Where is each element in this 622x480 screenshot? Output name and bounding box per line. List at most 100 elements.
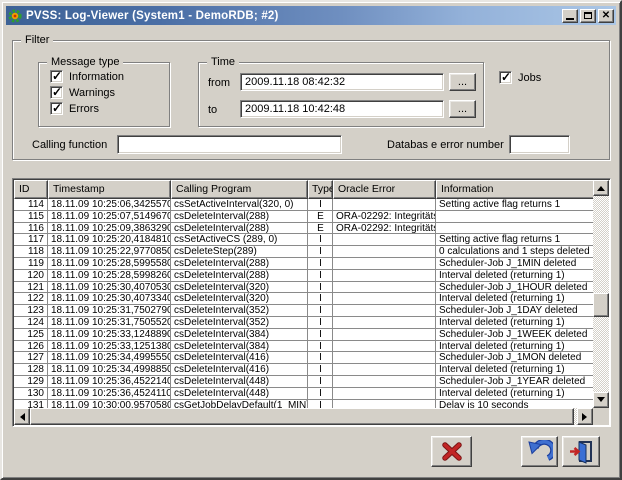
cell-information: Interval deleted (returning 1) (436, 364, 593, 375)
table-row[interactable]: 123 18.11.09 10:25:31,750279000 csDelete… (14, 305, 593, 317)
cell-information: Scheduler-Job J_1MON deleted (436, 352, 593, 363)
cell-oracle-error (333, 364, 436, 375)
pvss-app-icon (8, 9, 22, 23)
column-header-calling-program[interactable]: Calling Program (171, 180, 308, 199)
cell-id: 116 (14, 223, 48, 234)
cell-timestamp: 18.11.09 10:25:36,452214000 (48, 376, 171, 387)
cell-id: 119 (14, 258, 48, 269)
table-row[interactable]: 125 18.11.09 10:25:33,124889000 csDelete… (14, 329, 593, 341)
vertical-scrollbar[interactable] (593, 180, 609, 408)
refresh-button[interactable] (521, 436, 558, 467)
table-row[interactable]: 117 18.11.09 10:25:20,418481000 csSetAct… (14, 234, 593, 246)
cell-id: 128 (14, 364, 48, 375)
cell-id: 117 (14, 234, 48, 245)
cell-timestamp: 18.11.09 10:25:34,499555000 (48, 352, 171, 363)
warnings-checkbox-label: Warnings (69, 87, 115, 99)
cell-information: Scheduler-Job J_1MIN deleted (436, 258, 593, 269)
information-checkbox[interactable] (50, 70, 63, 83)
cell-calling-program: csDeleteInterval(448) (171, 376, 308, 387)
cell-type: I (308, 341, 333, 352)
table-row[interactable]: 115 18.11.09 10:25:07,514967000 csDelete… (14, 211, 593, 223)
close-button[interactable]: ✕ (598, 9, 614, 23)
scroll-left-button[interactable] (14, 408, 30, 425)
cell-calling-program: csDeleteInterval(352) (171, 305, 308, 316)
cell-information: 0 calculations and 1 steps deleted (436, 246, 593, 257)
cell-information: Scheduler-Job J_1HOUR deleted (436, 282, 593, 293)
cell-timestamp: 18.11.09 10:25:22,977085000 (48, 246, 171, 257)
cell-information: Interval deleted (returning 1) (436, 317, 593, 328)
close-icon: ✕ (602, 11, 610, 21)
cell-id: 130 (14, 388, 48, 399)
column-header-type[interactable]: Type (308, 180, 333, 199)
table-row[interactable]: 114 18.11.09 10:25:06,342557000 csSetAct… (14, 199, 593, 211)
column-header-id[interactable]: ID (14, 180, 48, 199)
cell-oracle-error (333, 270, 436, 281)
time-to-input[interactable] (240, 100, 444, 118)
table-row[interactable]: 126 18.11.09 10:25:33,125138000 csDelete… (14, 341, 593, 353)
scroll-up-button[interactable] (593, 180, 609, 196)
table-row[interactable]: 124 18.11.09 10:25:31,750552000 csDelete… (14, 317, 593, 329)
jobs-checkbox[interactable] (499, 71, 512, 84)
cell-type: I (308, 282, 333, 293)
warnings-checkbox[interactable] (50, 86, 63, 99)
cell-information: Interval deleted (returning 1) (436, 388, 593, 399)
table-row[interactable]: 129 18.11.09 10:25:36,452214000 csDelete… (14, 376, 593, 388)
cell-oracle-error (333, 305, 436, 316)
horizontal-scrollbar[interactable] (14, 408, 593, 425)
errors-checkbox[interactable] (50, 102, 63, 115)
table-row[interactable]: 127 18.11.09 10:25:34,499555000 csDelete… (14, 352, 593, 364)
arrow-right-icon (582, 413, 591, 421)
cell-oracle-error (333, 329, 436, 340)
cell-oracle-error (333, 341, 436, 352)
column-header-oracle-error[interactable]: Oracle Error (333, 180, 436, 199)
cell-timestamp: 18.11.09 10:25:33,125138000 (48, 341, 171, 352)
cell-calling-program: csDeleteInterval(320) (171, 282, 308, 293)
clear-button[interactable] (431, 436, 472, 467)
table-row[interactable]: 118 18.11.09 10:25:22,977085000 csDelete… (14, 246, 593, 258)
table-row[interactable]: 119 18.11.09 10:25:28,599558000 csDelete… (14, 258, 593, 270)
table-row[interactable]: 120 18.11.09 10:25:28,599826000 csDelete… (14, 270, 593, 282)
scroll-right-button[interactable] (577, 408, 593, 425)
cell-type: I (308, 388, 333, 399)
column-header-information[interactable]: Information (436, 180, 595, 199)
time-to-label: to (208, 104, 217, 116)
calling-function-label: Calling function (32, 139, 107, 151)
time-to-browse-button[interactable]: ... (449, 100, 476, 118)
warnings-checkbox-row: Warnings (50, 86, 115, 99)
table-row[interactable]: 121 18.11.09 10:25:30,407053000 csDelete… (14, 282, 593, 294)
table-row[interactable]: 116 18.11.09 10:25:09,386329000 csDelete… (14, 223, 593, 235)
errors-checkbox-row: Errors (50, 102, 99, 115)
time-from-browse-button[interactable]: ... (449, 73, 476, 91)
table-row[interactable]: 130 18.11.09 10:25:36,452411000 csDelete… (14, 388, 593, 400)
column-header-timestamp[interactable]: Timestamp (48, 180, 171, 199)
time-from-label: from (208, 77, 230, 89)
vertical-scroll-thumb[interactable] (593, 293, 609, 317)
minimize-button[interactable] (562, 9, 578, 23)
table-row[interactable]: 122 18.11.09 10:25:30,407334000 csDelete… (14, 293, 593, 305)
database-error-number-input[interactable] (509, 135, 570, 154)
cell-calling-program: csDeleteInterval(352) (171, 317, 308, 328)
cell-id: 124 (14, 317, 48, 328)
titlebar[interactable]: PVSS: Log-Viewer (System1 - DemoRDB; #2)… (6, 6, 616, 25)
jobs-checkbox-row: Jobs (499, 71, 541, 84)
errors-checkbox-label: Errors (69, 103, 99, 115)
jobs-checkbox-label: Jobs (518, 72, 541, 84)
cell-calling-program: csSetActiveCS (289, 0) (171, 234, 308, 245)
table-row[interactable]: 131 18.11.09 10:30:00,957058000 csGetJob… (14, 400, 593, 408)
cell-type: I (308, 199, 333, 210)
cell-id: 126 (14, 341, 48, 352)
cell-calling-program: csGetJobDelayDefault(1_MIN) (171, 400, 308, 408)
table-row[interactable]: 128 18.11.09 10:25:34,499885000 csDelete… (14, 364, 593, 376)
time-from-input[interactable] (240, 73, 444, 91)
cell-timestamp: 18.11.09 10:25:34,499885000 (48, 364, 171, 375)
maximize-button[interactable] (580, 9, 596, 23)
cell-id: 129 (14, 376, 48, 387)
refresh-icon (527, 440, 553, 464)
cell-timestamp: 18.11.09 10:25:09,386329000 (48, 223, 171, 234)
information-checkbox-row: Information (50, 70, 124, 83)
scroll-down-button[interactable] (593, 392, 609, 408)
exit-button[interactable] (562, 436, 600, 467)
cell-oracle-error: ORA-02292: Integritäts- (333, 223, 436, 234)
horizontal-scroll-thumb[interactable] (30, 408, 574, 425)
calling-function-input[interactable] (117, 135, 342, 154)
